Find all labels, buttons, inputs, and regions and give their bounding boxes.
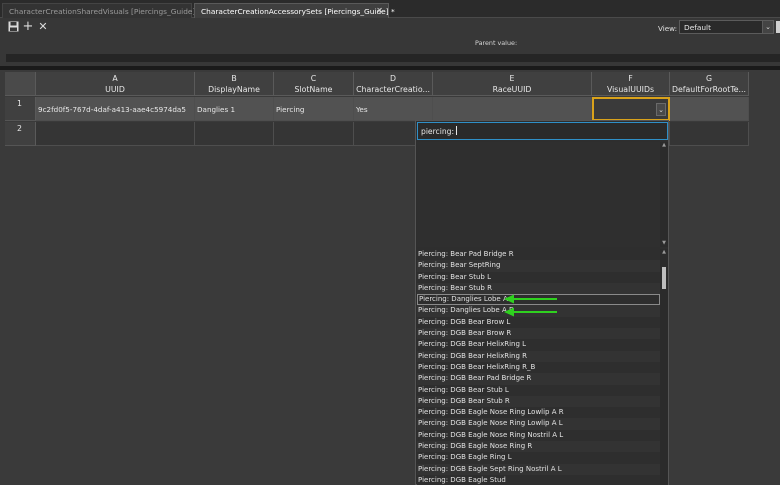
dropdown-option[interactable]: Piercing: Bear Stub L (417, 272, 660, 283)
dropdown-option[interactable]: Piercing: DGB Eagle Nose Ring R (417, 441, 660, 453)
dropdown-option[interactable]: Piercing: DGB Bear HelixRing L (417, 339, 660, 350)
dropdown-option[interactable]: Piercing: Bear SeptRing (417, 260, 660, 272)
grid-corner[interactable] (5, 72, 36, 96)
options-scrollbar[interactable]: ▲ (660, 249, 668, 485)
cell-displayname[interactable] (195, 122, 274, 146)
cell-slotname[interactable]: Piercing (274, 97, 354, 121)
cell-defaultforroot[interactable] (670, 122, 749, 146)
scroll-down-icon[interactable]: ▼ (660, 240, 668, 247)
dropdown-selected-area[interactable] (417, 142, 660, 247)
dropdown-search-input[interactable]: piercing: (417, 122, 668, 140)
close-icon[interactable]: ✕ (376, 6, 383, 15)
annotation-arrows (504, 294, 557, 317)
column-header-raceuuid[interactable]: E RaceUUID (433, 72, 592, 96)
column-letter: B (231, 74, 237, 83)
dropdown-option[interactable]: Piercing: DGB Eagle Nose Ring Lowlip A R (417, 407, 660, 418)
column-name: UUID (105, 85, 125, 94)
parent-value-label: Parent value: (475, 39, 518, 47)
dropdown-option[interactable]: Piercing: Bear Pad Bridge R (417, 249, 660, 260)
dropdown-option[interactable]: Piercing: DGB Bear HelixRing R (417, 350, 660, 362)
column-name: DisplayName (208, 85, 260, 94)
cell-charactercreation[interactable]: Yes (354, 97, 433, 121)
chevron-down-icon[interactable]: ⌄ (762, 21, 773, 33)
cell-uuid[interactable] (36, 122, 195, 146)
dropdown-option[interactable]: Piercing: DGB Eagle Nose Ring Lowlip A L (417, 418, 660, 430)
dropdown-option[interactable]: Piercing: DGB Bear Pad Bridge R (417, 373, 660, 385)
view-select[interactable]: Default ⌄ (679, 20, 774, 34)
cell-defaultforroot[interactable] (670, 97, 749, 121)
dropdown-option[interactable]: Piercing: DGB Eagle Stud (417, 475, 660, 485)
tab-strip: CharacterCreationSharedVisuals [Piercing… (0, 0, 780, 18)
column-letter: E (509, 74, 515, 83)
column-header-visualuuids[interactable]: F VisualUUIDs (592, 72, 670, 96)
cell-raceuuid[interactable] (433, 97, 592, 121)
column-letter: C (310, 74, 317, 83)
chevron-down-icon[interactable]: ⌄ (656, 103, 666, 116)
dropdown-option[interactable]: Piercing: DGB Eagle Sept Ring Nostril A … (417, 463, 660, 475)
annotation-arrow-icon (504, 307, 557, 317)
row-header[interactable]: 1 (5, 97, 36, 121)
dropdown-option[interactable]: Piercing: DGB Bear Stub L (417, 385, 660, 396)
column-header-slotname[interactable]: C SlotName (274, 72, 354, 96)
cell-slotname[interactable] (274, 122, 354, 146)
tab-shared-visuals[interactable]: CharacterCreationSharedVisuals [Piercing… (2, 3, 195, 18)
column-letter: A (112, 74, 118, 83)
column-letter: G (705, 74, 713, 83)
column-header-defaultforroot[interactable]: G DefaultForRootTe... (670, 72, 749, 96)
scroll-up-icon[interactable]: ▲ (660, 249, 668, 256)
selected-area-scrollbar[interactable]: ▲ ▼ (660, 142, 668, 247)
scroll-up-icon[interactable]: ▲ (660, 142, 668, 149)
cell-displayname[interactable]: Danglies 1 (195, 97, 274, 121)
tab-accessory-sets[interactable]: CharacterCreationAccessorySets [Piercing… (194, 3, 395, 18)
add-icon[interactable]: + (22, 20, 34, 33)
dropdown-option[interactable]: Piercing: DGB Eagle Ring L (417, 452, 660, 463)
dropdown-option[interactable]: Piercing: DGB Bear Brow R (417, 328, 660, 340)
scrollbar-thumb[interactable] (662, 267, 666, 289)
column-name: SlotName (294, 85, 333, 94)
column-letter: F (628, 74, 633, 83)
dropdown-options-list[interactable]: Piercing: Bear Pad Bridge R Piercing: Bea… (417, 249, 660, 485)
column-header-uuid[interactable]: A UUID (36, 72, 195, 96)
column-header-charactercreation[interactable]: D CharacterCreatio... (354, 72, 433, 96)
delete-icon[interactable]: ✕ (37, 21, 49, 33)
dropdown-option[interactable]: Piercing: DGB Eagle Nose Ring Nostril A … (417, 430, 660, 441)
save-icon[interactable] (7, 21, 19, 33)
annotation-arrow-icon (504, 294, 557, 304)
column-letter: D (389, 74, 396, 83)
dropdown-option[interactable]: Piercing: DGB Bear HelixRing R_B (417, 362, 660, 373)
parent-value-field (6, 54, 780, 62)
dropdown-option[interactable]: Piercing: DGB Bear Stub R (417, 395, 660, 408)
column-name: VisualUUIDs (606, 85, 655, 94)
view-label: View: (658, 24, 678, 33)
dropdown-search-value: piercing: (421, 127, 455, 136)
row-header[interactable]: 2 (5, 122, 36, 146)
toolbar: + ✕ View: Default ⌄ Parent value: (0, 18, 780, 66)
column-name: CharacterCreatio... (356, 85, 430, 94)
view-select-value: Default (684, 23, 712, 32)
column-header-displayname[interactable]: B DisplayName (195, 72, 274, 96)
cell-uuid[interactable]: 9c2fd0f5-767d-4daf-a413-aae4c5974da5 (36, 97, 195, 121)
column-name: DefaultForRootTe... (671, 85, 746, 94)
toolbar-edge-button[interactable] (776, 21, 780, 33)
text-caret (456, 126, 458, 135)
column-name: RaceUUID (492, 85, 532, 94)
cell-visualuuids-selected[interactable]: ⌄ (592, 97, 670, 121)
tab-accessory-sets-label: CharacterCreationAccessorySets [Piercing… (201, 7, 395, 16)
